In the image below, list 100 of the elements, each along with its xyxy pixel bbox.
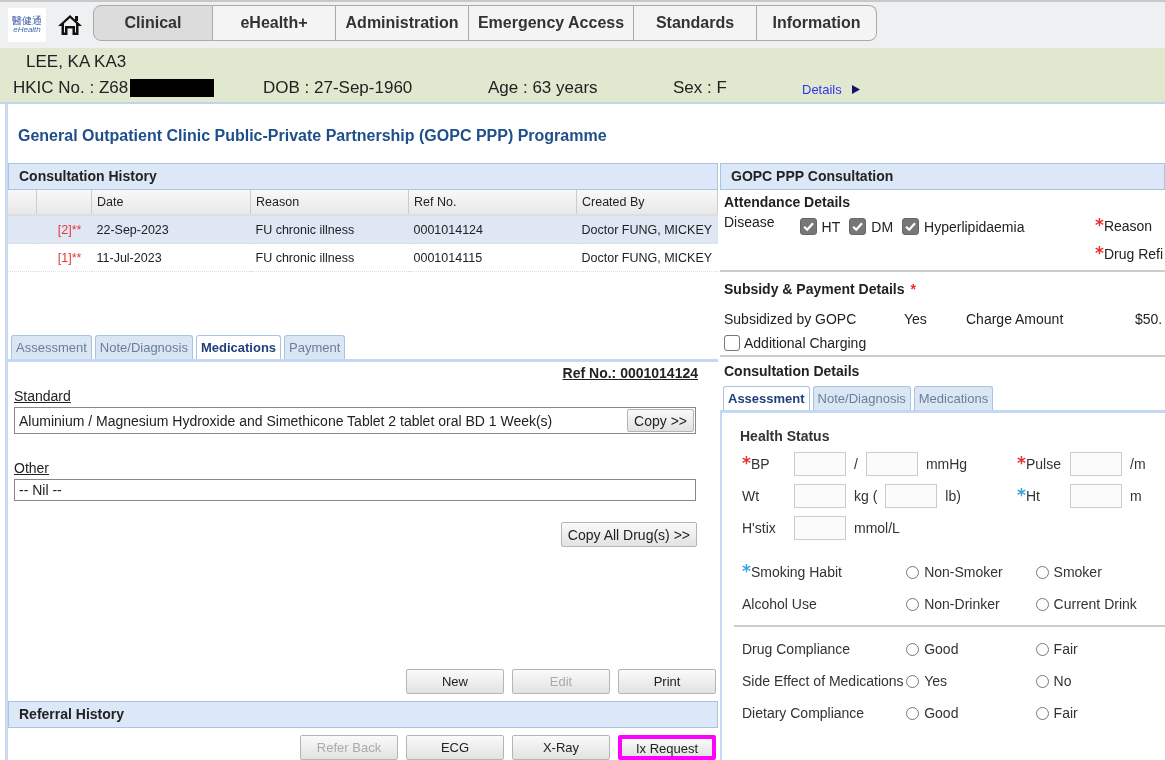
field-label: Pulse (1025, 456, 1061, 472)
unit-label: m (1130, 488, 1142, 504)
field-label: BP (750, 456, 770, 472)
checkbox[interactable] (799, 218, 817, 235)
field-label: Disease (724, 214, 775, 230)
unit-label: mmol/L (854, 520, 900, 536)
history-row[interactable]: [2]** 22-Sep-2023 FU chronic illness 0001014124 Doctor FUNG, MICKEY (8, 215, 718, 244)
table-cell: Doctor FUNG, MICKEY (576, 215, 718, 244)
radio-label: No (1053, 673, 1072, 689)
input-field[interactable] (794, 484, 846, 508)
subsection-title: Subsidy & Payment Details (724, 281, 905, 297)
input-field[interactable] (865, 452, 918, 476)
field-label: Charge Amount (966, 311, 1065, 329)
field-label: Subsidized by GOPC (724, 311, 858, 329)
section-header: Consultation History (8, 163, 718, 190)
field-label: Side Effect of Medications (742, 673, 904, 689)
home-icon[interactable] (57, 13, 83, 37)
column-header: Created By (576, 190, 718, 215)
table-cell: 0001014124 (408, 215, 577, 244)
nav-tab[interactable]: Clinical (93, 5, 213, 41)
nav-tab[interactable]: Administration (336, 5, 469, 41)
referral-button[interactable]: ECG (406, 735, 504, 760)
checkbox[interactable] (724, 335, 740, 351)
history-row[interactable]: [1]** 11-Jul-2023 FU chronic illness 0001014115 Doctor FUNG, MICKEY (8, 243, 718, 272)
field-label: Other (14, 460, 49, 476)
checkbox-label: HT (821, 218, 841, 235)
nav-tab[interactable]: eHealth+ (213, 5, 336, 41)
radio-label: Fair (1053, 705, 1078, 721)
nav-tab[interactable]: Standards (634, 5, 757, 41)
record-tab[interactable]: Medications (195, 335, 282, 359)
required-mark: * (742, 561, 751, 581)
field-value: $50. (1135, 311, 1163, 329)
table-cell: Doctor FUNG, MICKEY (576, 243, 718, 272)
patient-age: Age : 63 years (488, 78, 599, 98)
field-label: Alcohol Use (742, 596, 817, 612)
date-of-birth: DOB : 27-Sep-1960 (263, 78, 414, 98)
triangle-icon (851, 85, 860, 94)
input-field[interactable] (794, 452, 846, 476)
table-cell: 22-Sep-2023 (91, 215, 251, 244)
table-cell: FU chronic illness (250, 243, 409, 272)
unit-label: kg ( (854, 488, 878, 504)
consultation-tab[interactable]: Assessment (723, 386, 810, 410)
field-label: Reason (1103, 218, 1153, 234)
nav-tab[interactable]: Information (757, 5, 877, 41)
unit-label: / (854, 456, 858, 472)
table-cell: 0001014115 (408, 243, 577, 272)
required-mark: * (1095, 243, 1104, 263)
field-label: Drug Compliance (742, 641, 851, 657)
required-mark: * (1017, 453, 1026, 473)
unit-label: lb) (945, 488, 961, 504)
column-header: Date (91, 190, 251, 215)
checkbox-label: DM (871, 218, 894, 235)
page-title: General Outpatient Clinic Public-Private Partnership (GOPC PPP) Programme (17, 126, 608, 146)
record-marker: [2]** (36, 215, 92, 244)
column-header: Ref No. (408, 190, 577, 215)
record-button[interactable]: New (406, 669, 504, 694)
radio-label: Yes (924, 673, 947, 689)
subsection-title: Health Status (740, 428, 830, 444)
field-label: Smoking Habit (750, 564, 842, 580)
required-mark: * (1017, 485, 1026, 505)
details-link[interactable]: Details (802, 82, 842, 97)
copy-button[interactable]: Copy >> (627, 409, 694, 432)
patient-sex: Sex : F (673, 78, 728, 98)
subsection-title: Attendance Details (724, 194, 851, 210)
input-field[interactable] (1070, 452, 1122, 476)
field-label: Dietary Compliance (742, 705, 865, 721)
radio-label: Good (924, 641, 959, 657)
record-button[interactable]: Print (618, 669, 716, 694)
unit-label: /m (1130, 456, 1146, 472)
input-field[interactable] (1070, 484, 1122, 508)
section-header: Referral History (8, 701, 718, 728)
column-header: Reason (250, 190, 409, 215)
nav-tab[interactable]: Emergency Access (469, 5, 634, 41)
required-mark: * (742, 453, 751, 473)
radio-label: Good (924, 705, 959, 721)
referral-button[interactable]: Ix Request (618, 735, 716, 760)
section-header: GOPC PPP Consultation (720, 163, 1165, 190)
radio-label: Fair (1053, 641, 1078, 657)
radio-label: Smoker (1053, 564, 1102, 580)
checkbox-label: Hyperlipidaemia (924, 218, 1025, 235)
hkic-number: HKIC No. : Z68 (13, 78, 129, 98)
other-drug-field[interactable]: -- Nil -- (14, 479, 696, 501)
field-label: Drug Refi (1103, 246, 1164, 262)
table-cell: FU chronic illness (250, 215, 409, 244)
standard-drug-field[interactable]: Aluminium / Magnesium Hydroxide and Simethicone Tablet 2 tablet oral BD 1 Week(s) Copy >> (14, 407, 696, 434)
unit-label: mmHg (925, 456, 968, 472)
field-value: Yes (904, 311, 928, 329)
checkbox[interactable] (902, 218, 920, 235)
checkbox[interactable] (849, 218, 867, 235)
subsection-title: Consultation Details (724, 363, 860, 379)
referral-button[interactable]: X-Ray (512, 735, 610, 760)
input-field[interactable] (794, 516, 846, 540)
copy-all-button[interactable]: Copy All Drug(s) >> (560, 522, 697, 547)
radio-label: Non-Smoker (924, 564, 1003, 580)
required-mark: * (910, 281, 916, 297)
input-field[interactable] (885, 484, 938, 508)
ref-number: Ref No.: 0001014124 (562, 365, 698, 383)
field-label: Standard (14, 388, 71, 404)
required-mark: * (1095, 215, 1104, 235)
radio-label: Non-Drinker (924, 596, 1000, 612)
